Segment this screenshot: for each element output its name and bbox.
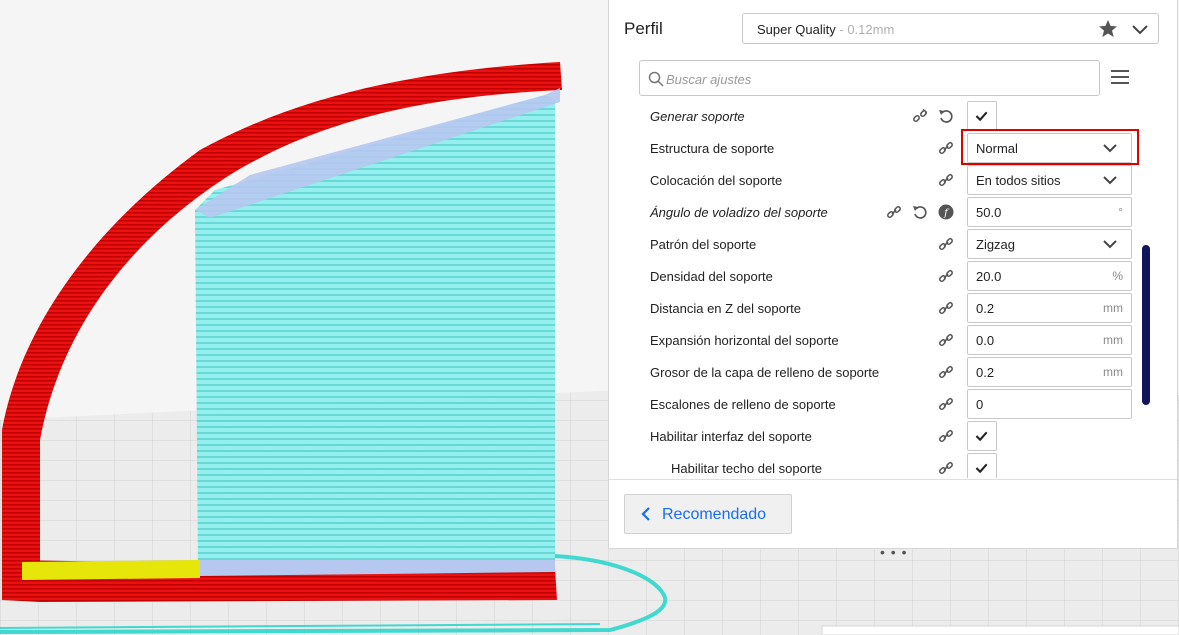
setting-input[interactable]: 0.2 mm bbox=[967, 357, 1132, 387]
setting-label: Generar soporte bbox=[650, 109, 745, 124]
setting-input[interactable]: 0.2 mm bbox=[967, 293, 1132, 323]
setting-unit: mm bbox=[1103, 301, 1123, 315]
setting-input[interactable]: 0 bbox=[967, 389, 1132, 419]
link-icon[interactable] bbox=[938, 332, 954, 348]
setting-row: Estructura de soporte Normal bbox=[609, 129, 1177, 165]
setting-checkbox[interactable] bbox=[967, 453, 997, 478]
setting-value: 0.2 bbox=[976, 365, 995, 380]
link-icon[interactable] bbox=[938, 300, 954, 316]
setting-label: Habilitar interfaz del soporte bbox=[650, 429, 812, 444]
reset-icon[interactable] bbox=[938, 108, 954, 124]
link-icon[interactable] bbox=[938, 428, 954, 444]
setting-row: Escalones de relleno de soporte 0 bbox=[609, 388, 1177, 420]
link-icon[interactable] bbox=[938, 460, 954, 476]
setting-row: Colocación del soporte En todos sitios bbox=[609, 164, 1177, 196]
profile-quality: - 0.12mm bbox=[835, 22, 895, 37]
setting-label: Patrón del soporte bbox=[650, 237, 757, 252]
link-icon[interactable] bbox=[938, 268, 954, 284]
setting-value: En todos sitios bbox=[976, 173, 1061, 188]
setting-row: Patrón del soporte Zigzag bbox=[609, 228, 1177, 260]
star-icon[interactable] bbox=[1098, 19, 1118, 39]
function-icon[interactable]: f bbox=[938, 204, 954, 220]
setting-unit: % bbox=[1112, 269, 1123, 283]
setting-label: Colocación del soporte bbox=[650, 173, 783, 188]
profile-selector[interactable]: Super Quality - 0.12mm bbox=[742, 13, 1159, 44]
link-icon[interactable] bbox=[938, 364, 954, 380]
setting-unit: ° bbox=[1118, 205, 1123, 219]
setting-row: Ángulo de voladizo del soporte f 50.0 ° bbox=[609, 196, 1177, 228]
panel-drag-handle[interactable]: • • • bbox=[880, 544, 907, 560]
link-icon[interactable] bbox=[938, 172, 954, 188]
link-broken-icon[interactable] bbox=[912, 108, 928, 124]
scrollbar[interactable] bbox=[1142, 245, 1150, 405]
setting-input[interactable]: 20.0% bbox=[967, 261, 1132, 291]
setting-label: Expansión horizontal del soporte bbox=[650, 333, 839, 348]
highlight-box bbox=[961, 129, 1139, 165]
setting-label: Grosor de la capa de relleno de soporte bbox=[650, 365, 880, 380]
settings-list: Generar soporte Estructura de soporte Norm… bbox=[609, 100, 1177, 478]
search-icon bbox=[648, 71, 664, 87]
check-icon bbox=[975, 463, 988, 474]
setting-row: Habilitar interfaz del soporte bbox=[609, 420, 1177, 452]
divider bbox=[609, 479, 1177, 480]
setting-value: 0.0 bbox=[976, 333, 995, 348]
setting-label: Ángulo de voladizo del soporte bbox=[650, 205, 828, 220]
reset-icon[interactable] bbox=[912, 204, 928, 220]
link-icon[interactable] bbox=[938, 396, 954, 412]
setting-label: Estructura de soporte bbox=[650, 141, 775, 156]
setting-unit: mm bbox=[1103, 333, 1123, 347]
setting-label: Habilitar techo del soporte bbox=[671, 461, 823, 476]
setting-row: Generar soporte bbox=[609, 100, 1177, 132]
profile-name: Super Quality bbox=[757, 22, 836, 37]
check-icon bbox=[975, 431, 988, 442]
setting-value: 20.0 bbox=[976, 269, 1002, 284]
setting-unit: mm bbox=[1103, 365, 1123, 379]
setting-dropdown[interactable]: En todos sitios bbox=[967, 165, 1132, 195]
setting-value: Zigzag bbox=[976, 237, 1016, 252]
settings-menu-icon[interactable] bbox=[1111, 70, 1129, 86]
recommended-label: Recomendado bbox=[662, 506, 767, 523]
setting-checkbox[interactable] bbox=[967, 421, 997, 451]
chevron-down-icon bbox=[1101, 235, 1119, 253]
chevron-down-icon[interactable] bbox=[1131, 20, 1149, 38]
link-icon[interactable] bbox=[938, 236, 954, 252]
setting-dropdown[interactable]: Zigzag bbox=[967, 229, 1132, 259]
recommended-button[interactable]: Recomendado bbox=[624, 494, 792, 534]
print-settings-panel: Perfil Super Quality - 0.12mm Generar so… bbox=[608, 0, 1178, 549]
setting-input[interactable]: 50.0 ° bbox=[967, 197, 1132, 227]
search-input[interactable] bbox=[664, 67, 1088, 91]
setting-value: 0.2 bbox=[976, 301, 995, 316]
setting-row: Densidad del soporte 20.0% bbox=[609, 260, 1177, 292]
link-icon[interactable] bbox=[938, 140, 954, 156]
chevron-left-icon bbox=[641, 507, 650, 521]
setting-label: Escalones de relleno de soporte bbox=[650, 397, 836, 412]
link-icon[interactable] bbox=[886, 204, 902, 220]
setting-row: Habilitar techo del soporte bbox=[609, 452, 1177, 478]
chevron-down-icon bbox=[1101, 171, 1119, 189]
setting-checkbox[interactable] bbox=[967, 101, 997, 131]
search-field[interactable] bbox=[639, 60, 1100, 96]
check-icon bbox=[975, 111, 988, 122]
setting-value: 50.0 bbox=[976, 205, 1002, 220]
setting-input[interactable]: 0.0 mm bbox=[967, 325, 1132, 355]
profile-label: Perfil bbox=[624, 19, 663, 38]
setting-row: Distancia en Z del soporte 0.2 mm bbox=[609, 292, 1177, 324]
setting-row: Expansión horizontal del soporte 0.0 mm bbox=[609, 324, 1177, 356]
setting-label: Densidad del soporte bbox=[650, 269, 773, 284]
setting-value: 0 bbox=[976, 397, 984, 412]
setting-label: Distancia en Z del soporte bbox=[650, 301, 802, 316]
setting-row: Grosor de la capa de relleno de soporte 0… bbox=[609, 356, 1177, 388]
